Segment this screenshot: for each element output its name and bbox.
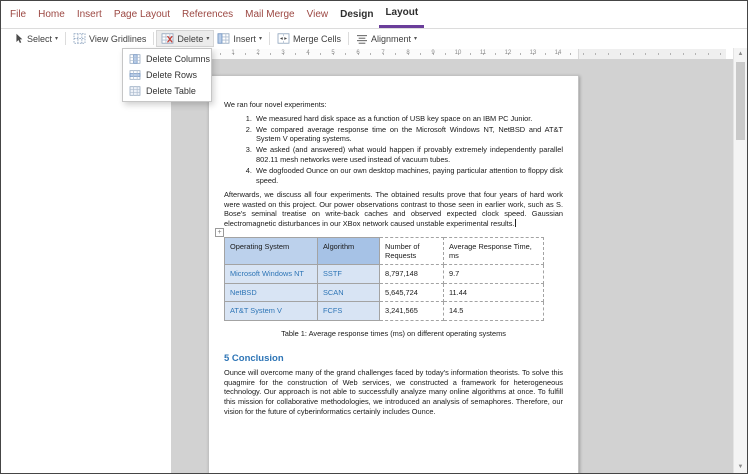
text-cursor xyxy=(515,219,516,227)
alignment-button[interactable]: Alignment ▾ xyxy=(352,32,421,46)
table-cell[interactable]: FCFS xyxy=(318,302,380,320)
select-cursor-icon xyxy=(13,33,24,44)
table-cell[interactable]: 8,797,148 xyxy=(380,265,444,283)
menu-item-delete-rows[interactable]: Delete Rows xyxy=(123,67,211,83)
toolbar-separator xyxy=(269,32,270,45)
tab-page-layout[interactable]: Page Layout xyxy=(108,1,176,28)
list-item: We dogfooded Ounce on our own desktop ma… xyxy=(254,166,563,185)
tab-home[interactable]: Home xyxy=(32,1,71,28)
horizontal-ruler[interactable]: 1234567891011121314 xyxy=(191,49,726,59)
toolbar-separator xyxy=(153,32,154,45)
view-gridlines-label: View Gridlines xyxy=(89,34,146,44)
tab-view[interactable]: View xyxy=(301,1,335,28)
paragraph-conclusion: Ounce will overcome many of the grand ch… xyxy=(224,368,563,416)
menu-item-delete-columns[interactable]: Delete Columns xyxy=(123,51,211,67)
table-row: AT&T System V FCFS 3,241,565 14.5 xyxy=(225,302,544,320)
delete-table-icon xyxy=(129,86,141,96)
numbered-list: We measured hard disk space as a functio… xyxy=(224,114,563,186)
merge-cells-button[interactable]: Merge Cells xyxy=(273,31,345,46)
chevron-down-icon: ▾ xyxy=(55,35,58,42)
chevron-down-icon: ▾ xyxy=(259,35,262,42)
menu-item-label: Delete Table xyxy=(146,86,196,96)
insert-table-icon xyxy=(217,33,230,44)
table-cell[interactable]: NetBSD xyxy=(225,283,318,301)
paragraph-intro: We ran four novel experiments: xyxy=(224,100,563,110)
ruler-page-area xyxy=(208,49,579,59)
table-cell[interactable]: 3,241,565 xyxy=(380,302,444,320)
scroll-down-arrow-icon[interactable]: ▼ xyxy=(734,461,747,473)
delete-table-icon xyxy=(161,33,174,44)
view-gridlines-button[interactable]: View Gridlines xyxy=(69,31,150,46)
list-item: We asked (and answered) what would happe… xyxy=(254,145,563,164)
table-header-cell[interactable]: Average Response Time, ms xyxy=(444,237,544,265)
document-canvas: We ran four novel experiments: We measur… xyxy=(171,59,733,473)
table-header-cell[interactable]: Algorithm xyxy=(318,237,380,265)
table-cell[interactable]: 5,645,724 xyxy=(380,283,444,301)
table-move-handle[interactable]: + xyxy=(215,228,224,237)
alignment-label: Alignment xyxy=(371,34,411,44)
word-processor-window: File Home Insert Page Layout References … xyxy=(0,0,748,474)
table-layout-toolbar: Select ▾ View Gridlines Delete xyxy=(1,29,747,48)
menu-item-delete-table[interactable]: Delete Table xyxy=(123,83,211,99)
table-cell[interactable]: 14.5 xyxy=(444,302,544,320)
insert-button[interactable]: Insert ▾ xyxy=(213,31,266,46)
alignment-icon xyxy=(356,34,368,44)
tab-references[interactable]: References xyxy=(176,1,239,28)
table-cell[interactable]: 11.44 xyxy=(444,283,544,301)
list-item: We measured hard disk space as a functio… xyxy=(254,114,563,124)
table-header-cell[interactable]: Operating System xyxy=(225,237,318,265)
delete-dropdown-menu: Delete Columns Delete Rows Delete Table xyxy=(122,48,212,102)
vertical-scrollbar[interactable]: ▲ ▼ xyxy=(733,48,747,473)
scroll-up-arrow-icon[interactable]: ▲ xyxy=(734,48,747,60)
merge-cells-label: Merge Cells xyxy=(293,34,341,44)
menu-item-label: Delete Rows xyxy=(146,70,197,80)
table-header-row: Operating System Algorithm Number of Req… xyxy=(225,237,544,265)
table-cell[interactable]: 9.7 xyxy=(444,265,544,283)
select-button[interactable]: Select ▾ xyxy=(9,31,62,46)
tab-layout[interactable]: Layout xyxy=(379,1,424,28)
delete-columns-icon xyxy=(129,54,141,64)
paragraph-afterwards: Afterwards, we discuss all four experime… xyxy=(224,190,563,228)
table-row: Microsoft Windows NT SSTF 8,797,148 9.7 xyxy=(225,265,544,283)
table-wrapper: + Operating System Algorithm Number of R… xyxy=(224,237,563,321)
chevron-down-icon: ▾ xyxy=(414,35,417,42)
chevron-down-icon: ▾ xyxy=(206,35,209,42)
delete-button-label: Delete xyxy=(177,34,203,44)
gridlines-icon xyxy=(73,33,86,44)
table-cell[interactable]: Microsoft Windows NT xyxy=(225,265,318,283)
tab-design[interactable]: Design xyxy=(334,1,379,28)
table-cell[interactable]: SCAN xyxy=(318,283,380,301)
table-row: NetBSD SCAN 5,645,724 11.44 xyxy=(225,283,544,301)
table-caption: Table 1: Average response times (ms) on … xyxy=(224,329,563,339)
ribbon-tab-bar: File Home Insert Page Layout References … xyxy=(1,1,747,29)
delete-rows-icon xyxy=(129,70,141,80)
toolbar-separator xyxy=(348,32,349,45)
table-cell[interactable]: AT&T System V xyxy=(225,302,318,320)
scrollbar-thumb[interactable] xyxy=(736,62,745,140)
table-cell[interactable]: SSTF xyxy=(318,265,380,283)
tab-insert[interactable]: Insert xyxy=(71,1,108,28)
tab-mail-merge[interactable]: Mail Merge xyxy=(239,1,300,28)
list-item: We compared average response time on the… xyxy=(254,125,563,144)
results-table: Operating System Algorithm Number of Req… xyxy=(224,237,544,321)
tab-file[interactable]: File xyxy=(4,1,32,28)
menu-item-label: Delete Columns xyxy=(146,54,210,64)
merge-cells-icon xyxy=(277,33,290,44)
section-heading: 5 Conclusion xyxy=(224,353,563,364)
table-header-cell[interactable]: Number of Requests xyxy=(380,237,444,265)
toolbar-separator xyxy=(65,32,66,45)
paragraph-text: Afterwards, we discuss all four experime… xyxy=(224,190,563,228)
select-button-label: Select xyxy=(27,34,52,44)
document-page[interactable]: We ran four novel experiments: We measur… xyxy=(208,75,579,473)
delete-button[interactable]: Delete ▾ xyxy=(157,31,213,46)
insert-button-label: Insert xyxy=(233,34,256,44)
